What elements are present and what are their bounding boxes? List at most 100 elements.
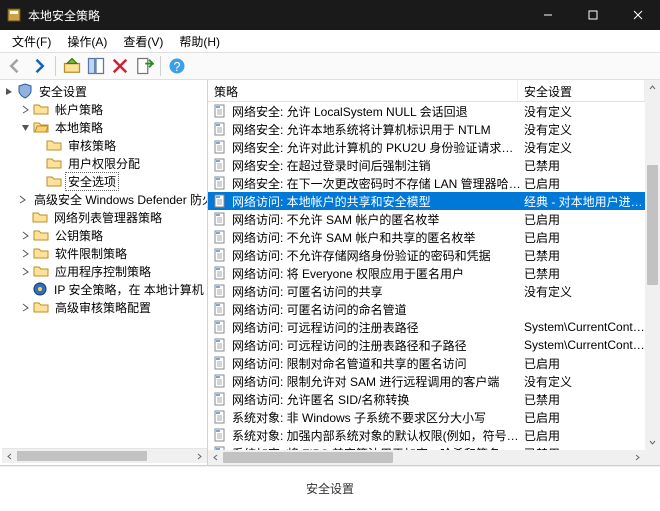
list-row[interactable]: 网络访问: 本地帐户的共享和安全模型经典 - 对本地用户进行... — [208, 192, 645, 210]
policy-item-icon — [212, 391, 228, 407]
tree-horizontal-scrollbar[interactable] — [2, 448, 207, 463]
list-row[interactable]: 网络安全: 允许本地系统将计算机标识用于 NTLM没有定义 — [208, 120, 645, 138]
list-row[interactable]: 系统对象: 加强内部系统对象的默认权限(例如，符号链接)已启用 — [208, 426, 645, 444]
list-row[interactable]: 网络访问: 可远程访问的注册表路径和子路径System\CurrentContr… — [208, 336, 645, 354]
list-row[interactable]: 网络安全: 在下一次更改密码时不存储 LAN 管理器哈希值已启用 — [208, 174, 645, 192]
minimize-button[interactable] — [525, 0, 570, 30]
menu-view[interactable]: 查看(V) — [115, 31, 171, 52]
scroll-track[interactable] — [17, 449, 192, 463]
menu-action[interactable]: 操作(A) — [59, 31, 115, 52]
ipsec-icon — [32, 281, 48, 297]
policy-cell: 网络访问: 不允许存储网络身份验证的密码和凭据 — [232, 247, 522, 264]
list-row[interactable]: 网络访问: 不允许存储网络身份验证的密码和凭据已禁用 — [208, 246, 645, 264]
setting-cell: 已启用 — [522, 427, 645, 444]
menu-help[interactable]: 帮助(H) — [171, 31, 228, 52]
list-row[interactable]: 网络访问: 可匿名访问的共享没有定义 — [208, 282, 645, 300]
list-row[interactable]: 系统对象: 非 Windows 子系统不要求区分大小写已启用 — [208, 408, 645, 426]
setting-cell: 没有定义 — [522, 373, 645, 390]
show-hide-tree-button[interactable] — [85, 55, 107, 77]
scroll-track[interactable] — [645, 95, 660, 435]
export-button[interactable] — [133, 55, 155, 77]
back-button[interactable] — [4, 55, 26, 77]
maximize-button[interactable] — [570, 0, 615, 30]
help-button[interactable]: ? — [166, 55, 188, 77]
vertical-scrollbar[interactable] — [645, 80, 660, 450]
delete-button[interactable] — [109, 55, 131, 77]
list-row[interactable]: 网络访问: 限制对命名管道和共享的匿名访问已启用 — [208, 354, 645, 372]
collapse-icon[interactable] — [18, 120, 32, 134]
tree-node-ipsec[interactable]: IP 安全策略，在 本地计算机 — [2, 280, 207, 298]
expand-icon[interactable] — [18, 102, 32, 116]
list-row[interactable]: 网络访问: 可匿名访问的命名管道 — [208, 300, 645, 318]
policy-item-icon — [212, 247, 228, 263]
scroll-up-button[interactable] — [645, 80, 660, 95]
policy-cell: 系统对象: 加强内部系统对象的默认权限(例如，符号链接) — [232, 427, 522, 444]
scroll-thumb[interactable] — [17, 451, 147, 461]
policy-cell: 网络访问: 本地帐户的共享和安全模型 — [232, 193, 522, 210]
tree-node-user-rights[interactable]: 用户权限分配 — [2, 154, 207, 172]
policy-cell: 网络访问: 限制允许对 SAM 进行远程调用的客户端 — [232, 373, 522, 390]
expand-icon[interactable] — [2, 84, 16, 98]
tree-root[interactable]: 安全设置 — [2, 82, 207, 100]
list-row[interactable]: 网络访问: 不允许 SAM 帐户的匿名枚举已启用 — [208, 210, 645, 228]
folder-open-icon — [33, 119, 49, 135]
list-row[interactable]: 网络访问: 将 Everyone 权限应用于匿名用户已禁用 — [208, 264, 645, 282]
expand-icon[interactable] — [18, 264, 32, 278]
expand-icon[interactable] — [18, 300, 32, 314]
column-header-setting[interactable]: 安全设置 — [518, 80, 645, 101]
expand-icon[interactable] — [18, 228, 32, 242]
up-level-button[interactable] — [61, 55, 83, 77]
menu-bar: 文件(F) 操作(A) 查看(V) 帮助(H) — [0, 30, 660, 52]
tool-bar: ? — [0, 52, 660, 80]
scroll-thumb[interactable] — [647, 165, 658, 285]
tree-node-account[interactable]: 帐户策略 — [2, 100, 207, 118]
setting-cell: 已启用 — [522, 355, 645, 372]
scroll-right-button[interactable] — [192, 449, 207, 463]
scroll-right-button[interactable] — [630, 450, 645, 465]
security-icon — [17, 83, 33, 99]
setting-cell: System\CurrentContro... — [522, 320, 645, 334]
close-button[interactable] — [615, 0, 660, 30]
expand-icon[interactable] — [18, 192, 27, 206]
tree-node-local[interactable]: 本地策略 — [2, 118, 207, 136]
window-title: 本地安全策略 — [28, 7, 525, 24]
scroll-down-button[interactable] — [645, 435, 660, 450]
forward-button[interactable] — [28, 55, 50, 77]
list-row[interactable]: 网络访问: 不允许 SAM 帐户和共享的匿名枚举已启用 — [208, 228, 645, 246]
setting-cell: 没有定义 — [522, 103, 645, 120]
svg-text:?: ? — [174, 60, 181, 74]
setting-cell: 已启用 — [522, 229, 645, 246]
policy-item-icon — [212, 157, 228, 173]
tree-node-softrestrict[interactable]: 软件限制策略 — [2, 244, 207, 262]
policy-item-icon — [212, 103, 228, 119]
list-row[interactable]: 网络安全: 允许对此计算机的 PKU2U 身份验证请求使用联...没有定义 — [208, 138, 645, 156]
tree-node-appcontrol[interactable]: 应用程序控制策略 — [2, 262, 207, 280]
tree-node-advaudit[interactable]: 高级审核策略配置 — [2, 298, 207, 316]
list-row[interactable]: 网络访问: 限制允许对 SAM 进行远程调用的客户端没有定义 — [208, 372, 645, 390]
policy-item-icon — [212, 175, 228, 191]
tree-node-pubkey[interactable]: 公钥策略 — [2, 226, 207, 244]
tree-label: 公钥策略 — [52, 226, 106, 245]
scroll-track[interactable] — [223, 450, 630, 465]
folder-icon — [33, 227, 49, 243]
tree-node-wf-advanced[interactable]: 高级安全 Windows Defender 防火墙 — [2, 190, 207, 208]
menu-file[interactable]: 文件(F) — [4, 31, 59, 52]
list-row[interactable]: 网络访问: 可远程访问的注册表路径System\CurrentContro... — [208, 318, 645, 336]
list-row[interactable]: 网络安全: 在超过登录时间后强制注销已禁用 — [208, 156, 645, 174]
tree-pane[interactable]: 安全设置 帐户策略 本地策略 审核策略 用户权限分配 — [0, 80, 208, 465]
scroll-thumb[interactable] — [223, 452, 393, 463]
horizontal-scrollbar[interactable] — [208, 450, 645, 465]
scroll-left-button[interactable] — [2, 449, 17, 463]
expand-icon[interactable] — [18, 246, 32, 260]
policy-item-icon — [212, 301, 228, 317]
tree-node-netlist[interactable]: 网络列表管理器策略 — [2, 208, 207, 226]
scroll-left-button[interactable] — [208, 450, 223, 465]
list-row[interactable]: 网络访问: 允许匿名 SID/名称转换已禁用 — [208, 390, 645, 408]
tree-node-security-options[interactable]: 安全选项 — [2, 172, 207, 190]
list-row[interactable]: 网络安全: 允许 LocalSystem NULL 会话回退没有定义 — [208, 102, 645, 120]
folder-icon — [46, 155, 62, 171]
tree-node-audit[interactable]: 审核策略 — [2, 136, 207, 154]
title-bar: 本地安全策略 — [0, 0, 660, 30]
policy-cell: 网络访问: 可远程访问的注册表路径 — [232, 319, 522, 336]
column-header-policy[interactable]: 策略 — [208, 80, 518, 101]
